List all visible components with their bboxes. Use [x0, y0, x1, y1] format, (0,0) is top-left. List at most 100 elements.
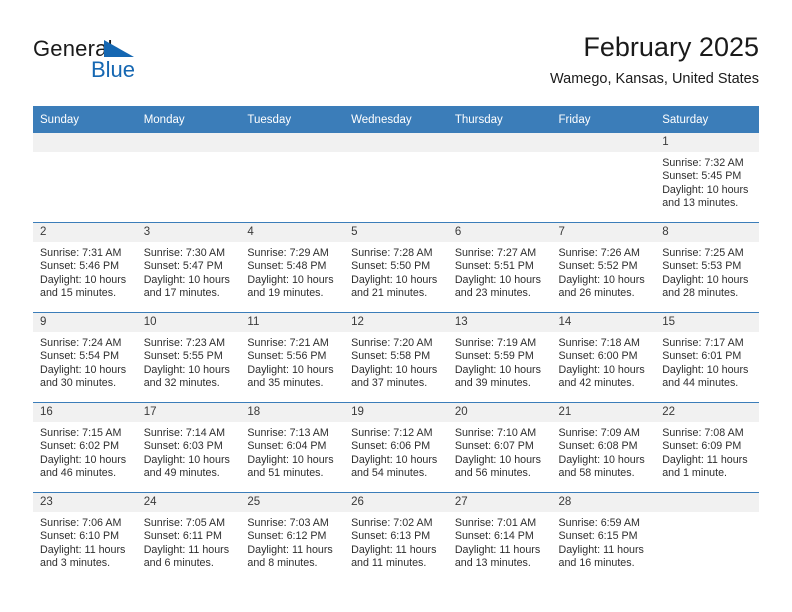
calendar-grid: Sunday Monday Tuesday Wednesday Thursday… — [33, 106, 759, 582]
day-number: 4 — [240, 223, 345, 242]
calendar-day-cell-empty — [344, 133, 448, 223]
daylight-text: Daylight: 10 hours and 51 minutes. — [247, 453, 334, 479]
day-cell-inner — [33, 133, 137, 222]
calendar-day-cell[interactable]: 22 Sunrise: 7:08 AM Sunset: 6:09 PM Dayligh… — [655, 402, 759, 493]
day-sun-info: Sunrise: 7:31 AM Sunset: 5:46 PM Daylight:… — [33, 242, 137, 300]
calendar-day-cell-empty — [136, 133, 241, 223]
sunrise-text: Sunrise: 7:25 AM — [662, 247, 744, 259]
calendar-day-cell[interactable]: 28 Sunrise: 6:59 AM Sunset: 6:15 PM Dayligh… — [551, 492, 656, 582]
day-cell-inner: 23 Sunrise: 7:06 AM Sunset: 6:10 PM Dayligh… — [33, 493, 137, 582]
daylight-text: Daylight: 11 hours and 3 minutes. — [40, 543, 126, 569]
calendar-day-cell[interactable]: 7 Sunrise: 7:26 AM Sunset: 5:52 PM Daylight… — [551, 222, 656, 313]
logo-triangle-icon — [104, 40, 134, 57]
daylight-text: Daylight: 10 hours and 32 minutes. — [143, 363, 230, 389]
day-number: 24 — [136, 493, 241, 512]
weekday-header-sunday: Sunday — [33, 106, 137, 133]
sunrise-text: Sunrise: 7:03 AM — [247, 517, 329, 529]
day-cell-inner: 13 Sunrise: 7:19 AM Sunset: 5:59 PM Dayligh… — [447, 313, 552, 402]
weekday-header-friday: Friday — [551, 106, 656, 133]
calendar-day-cell[interactable]: 9 Sunrise: 7:24 AM Sunset: 5:54 PM Daylight… — [33, 312, 137, 403]
sunrise-text: Sunrise: 7:18 AM — [558, 337, 640, 349]
calendar-day-cell[interactable]: 26 Sunrise: 7:02 AM Sunset: 6:13 PM Dayligh… — [344, 492, 448, 582]
day-number — [33, 133, 137, 152]
calendar-day-cell[interactable]: 13 Sunrise: 7:19 AM Sunset: 5:59 PM Dayligh… — [447, 312, 552, 403]
calendar-day-cell[interactable]: 4 Sunrise: 7:29 AM Sunset: 5:48 PM Daylight… — [240, 222, 345, 313]
calendar-week-row: 2 Sunrise: 7:31 AM Sunset: 5:46 PM Daylight… — [33, 222, 759, 313]
calendar-day-cell[interactable]: 6 Sunrise: 7:27 AM Sunset: 5:51 PM Daylight… — [447, 222, 552, 313]
sunset-text: Sunset: 6:02 PM — [40, 440, 120, 453]
page-header: General Blue February 2025 Wamego, Kansa… — [33, 30, 759, 98]
day-cell-inner: 14 Sunrise: 7:18 AM Sunset: 6:00 PM Dayligh… — [551, 313, 656, 402]
sunrise-text: Sunrise: 7:19 AM — [454, 337, 537, 349]
day-number — [136, 133, 241, 152]
calendar-day-cell[interactable]: 10 Sunrise: 7:23 AM Sunset: 5:55 PM Dayligh… — [136, 312, 241, 403]
day-sun-info: Sunrise: 7:29 AM Sunset: 5:48 PM Daylight:… — [240, 242, 344, 300]
sunrise-text: Sunrise: 7:02 AM — [351, 517, 433, 529]
calendar-day-cell[interactable]: 2 Sunrise: 7:31 AM Sunset: 5:46 PM Daylight… — [33, 222, 137, 313]
day-cell-inner — [344, 133, 448, 222]
day-sun-info: Sunrise: 7:09 AM Sunset: 6:08 PM Daylight:… — [552, 422, 656, 480]
calendar-body: 1 Sunrise: 7:32 AM Sunset: 5:45 PM Daylight… — [33, 133, 759, 582]
calendar-page: General Blue February 2025 Wamego, Kansa… — [0, 0, 792, 612]
day-number: 14 — [551, 313, 656, 332]
calendar-day-cell[interactable]: 18 Sunrise: 7:13 AM Sunset: 6:04 PM Dayligh… — [240, 402, 345, 493]
daylight-text: Daylight: 11 hours and 13 minutes. — [454, 543, 541, 569]
daylight-text: Daylight: 10 hours and 30 minutes. — [40, 363, 127, 389]
daylight-text: Daylight: 10 hours and 26 minutes. — [558, 273, 645, 299]
day-number: 17 — [136, 403, 241, 422]
day-cell-inner: 6 Sunrise: 7:27 AM Sunset: 5:51 PM Daylight… — [447, 223, 552, 312]
calendar-day-cell[interactable]: 16 Sunrise: 7:15 AM Sunset: 6:02 PM Dayligh… — [33, 402, 137, 493]
day-sun-info: Sunrise: 7:19 AM Sunset: 5:59 PM Daylight:… — [448, 332, 552, 390]
calendar-day-cell-empty — [655, 492, 759, 582]
day-cell-inner: 22 Sunrise: 7:08 AM Sunset: 6:09 PM Dayligh… — [655, 403, 759, 492]
calendar-day-cell[interactable]: 25 Sunrise: 7:03 AM Sunset: 6:12 PM Dayligh… — [240, 492, 345, 582]
day-cell-inner: 1 Sunrise: 7:32 AM Sunset: 5:45 PM Daylight… — [655, 133, 759, 222]
day-cell-inner: 26 Sunrise: 7:02 AM Sunset: 6:13 PM Dayligh… — [344, 493, 448, 582]
sunset-text: Sunset: 6:08 PM — [558, 440, 638, 453]
calendar-day-cell[interactable]: 14 Sunrise: 7:18 AM Sunset: 6:00 PM Dayligh… — [551, 312, 656, 403]
daylight-text: Daylight: 11 hours and 16 minutes. — [558, 543, 644, 569]
sunrise-text: Sunrise: 7:29 AM — [247, 247, 329, 259]
calendar-day-cell[interactable]: 1 Sunrise: 7:32 AM Sunset: 5:45 PM Daylight… — [655, 133, 759, 223]
sunrise-text: Sunrise: 7:09 AM — [558, 427, 640, 439]
daylight-text: Daylight: 11 hours and 11 minutes. — [351, 543, 437, 569]
daylight-text: Daylight: 10 hours and 49 minutes. — [143, 453, 230, 479]
calendar-day-cell[interactable]: 5 Sunrise: 7:28 AM Sunset: 5:50 PM Daylight… — [344, 222, 448, 313]
sunrise-text: Sunrise: 7:20 AM — [351, 337, 433, 349]
day-sun-info: Sunrise: 7:24 AM Sunset: 5:54 PM Daylight:… — [33, 332, 137, 390]
calendar-day-cell[interactable]: 17 Sunrise: 7:14 AM Sunset: 6:03 PM Dayligh… — [136, 402, 241, 493]
day-cell-inner: 12 Sunrise: 7:20 AM Sunset: 5:58 PM Dayligh… — [344, 313, 448, 402]
calendar-day-cell[interactable]: 21 Sunrise: 7:09 AM Sunset: 6:08 PM Dayligh… — [551, 402, 656, 493]
day-sun-info: Sunrise: 7:06 AM Sunset: 6:10 PM Daylight:… — [33, 512, 137, 570]
calendar-day-cell[interactable]: 11 Sunrise: 7:21 AM Sunset: 5:56 PM Dayligh… — [240, 312, 345, 403]
calendar-day-cell[interactable]: 20 Sunrise: 7:10 AM Sunset: 6:07 PM Dayligh… — [447, 402, 552, 493]
daylight-text: Daylight: 10 hours and 46 minutes. — [40, 453, 127, 479]
daylight-text: Daylight: 10 hours and 37 minutes. — [351, 363, 438, 389]
sunrise-text: Sunrise: 7:24 AM — [40, 337, 122, 349]
daylight-text: Daylight: 10 hours and 15 minutes. — [40, 273, 127, 299]
day-number: 21 — [551, 403, 656, 422]
day-sun-info: Sunrise: 7:18 AM Sunset: 6:00 PM Daylight:… — [552, 332, 656, 390]
calendar-day-cell[interactable]: 15 Sunrise: 7:17 AM Sunset: 6:01 PM Dayligh… — [655, 312, 759, 403]
day-cell-inner: 9 Sunrise: 7:24 AM Sunset: 5:54 PM Daylight… — [33, 313, 137, 402]
calendar-day-cell[interactable]: 24 Sunrise: 7:05 AM Sunset: 6:11 PM Dayligh… — [136, 492, 241, 582]
calendar-day-cell[interactable]: 19 Sunrise: 7:12 AM Sunset: 6:06 PM Dayligh… — [344, 402, 448, 493]
daylight-text: Daylight: 10 hours and 42 minutes. — [558, 363, 645, 389]
calendar-day-cell[interactable]: 27 Sunrise: 7:01 AM Sunset: 6:14 PM Dayligh… — [447, 492, 552, 582]
calendar-day-cell[interactable]: 23 Sunrise: 7:06 AM Sunset: 6:10 PM Dayligh… — [33, 492, 137, 582]
day-number: 2 — [33, 223, 137, 242]
title-block: February 2025 Wamego, Kansas, United Sta… — [550, 30, 759, 90]
day-cell-inner — [655, 493, 759, 582]
sunrise-text: Sunrise: 7:05 AM — [143, 517, 226, 529]
calendar-day-cell[interactable]: 3 Sunrise: 7:30 AM Sunset: 5:47 PM Daylight… — [136, 222, 241, 313]
calendar-day-cell[interactable]: 12 Sunrise: 7:20 AM Sunset: 5:58 PM Dayligh… — [344, 312, 448, 403]
day-sun-info: Sunrise: 7:32 AM Sunset: 5:45 PM Daylight:… — [655, 152, 759, 210]
day-cell-inner: 2 Sunrise: 7:31 AM Sunset: 5:46 PM Daylight… — [33, 223, 137, 312]
day-number: 1 — [655, 133, 759, 152]
weekday-header-thursday: Thursday — [447, 106, 552, 133]
sunrise-text: Sunrise: 7:17 AM — [662, 337, 744, 349]
sunset-text: Sunset: 6:10 PM — [40, 530, 120, 543]
calendar-day-cell[interactable]: 8 Sunrise: 7:25 AM Sunset: 5:53 PM Daylight… — [655, 222, 759, 313]
day-cell-inner: 17 Sunrise: 7:14 AM Sunset: 6:03 PM Dayligh… — [136, 403, 241, 492]
general-blue-logo[interactable]: General Blue — [33, 36, 233, 88]
